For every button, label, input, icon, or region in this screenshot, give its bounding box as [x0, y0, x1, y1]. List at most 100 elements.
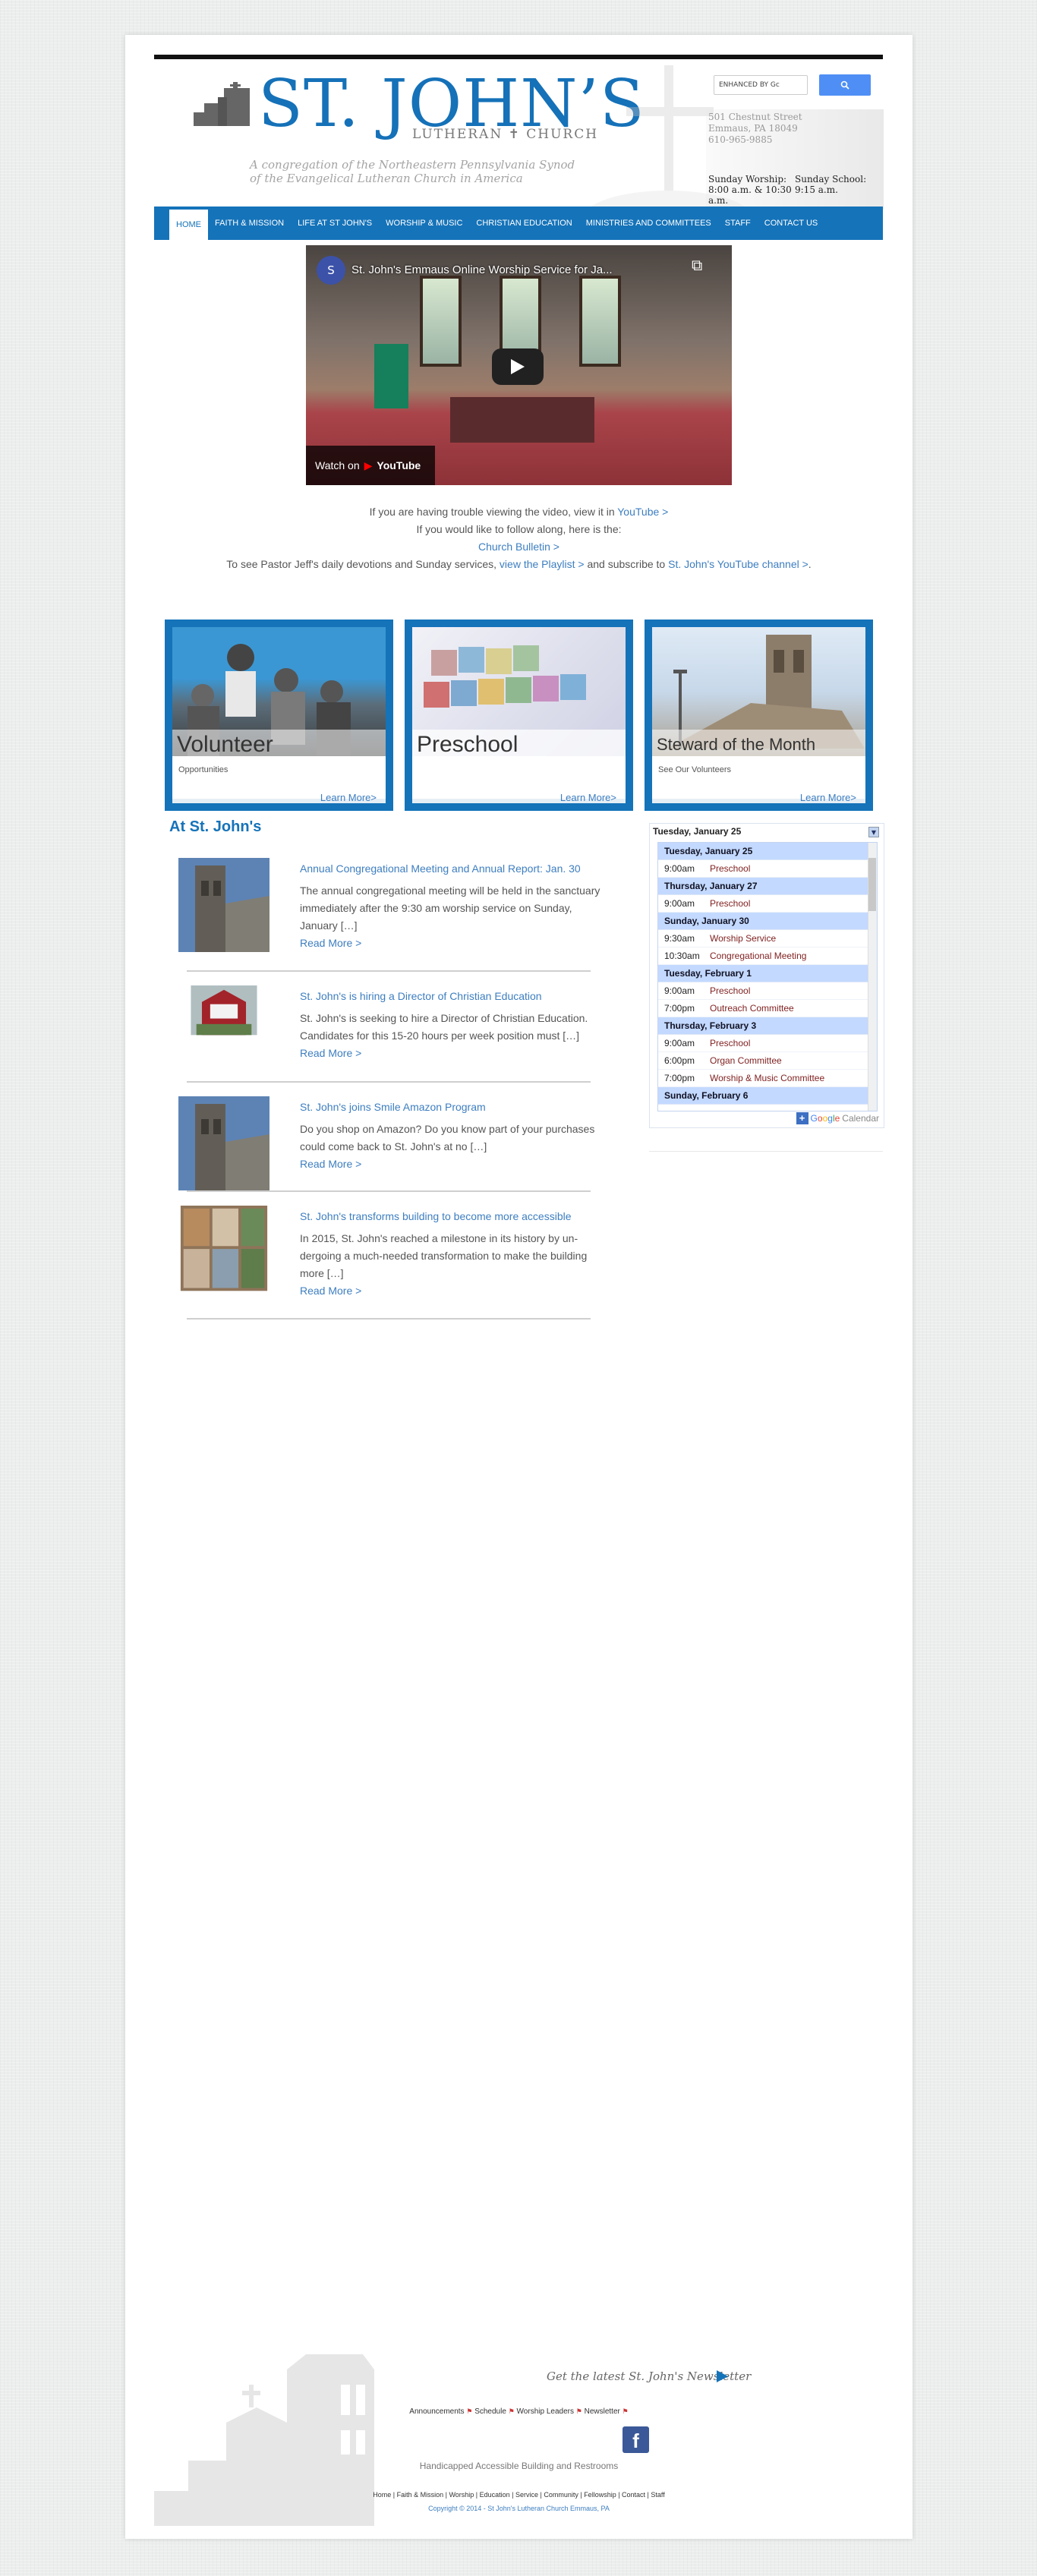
news-thumbnail[interactable] [178, 1096, 269, 1190]
news-excerpt-text: The annual congregational meeting will b… [300, 884, 600, 932]
address-street: 501 Chestnut Street [708, 112, 802, 122]
playlist-link[interactable]: view the Playlist > [500, 558, 585, 570]
calendar-date-row: Thursday, February 3 [658, 1017, 877, 1035]
news-excerpt-text: Do you shop on Amazon? Do you know part … [300, 1123, 595, 1152]
church-bulletin-link[interactable]: Church Bulletin > [478, 541, 559, 553]
channel-avatar[interactable]: S [317, 256, 345, 285]
worship-time: 8:00 a.m. & 10:30 [708, 184, 792, 195]
read-more-link[interactable]: Read More > [300, 1158, 361, 1170]
learn-more-link[interactable]: Learn More> [800, 792, 856, 803]
news-title-link[interactable]: St. John's transforms building to become… [300, 1210, 572, 1222]
altar [450, 397, 594, 443]
devotions-mid: and subscribe to [584, 558, 669, 570]
nav-life-at-st-johns[interactable]: LIFE AT ST JOHN'S [291, 207, 379, 240]
news-excerpt: Do you shop on Amazon? Do you know part … [300, 1121, 611, 1173]
news-thumbnail[interactable] [178, 858, 269, 952]
nav-worship-music[interactable]: WORSHIP & MUSIC [379, 207, 469, 240]
scrollbar-thumb[interactable] [868, 858, 876, 911]
calendar-date-row: Tuesday, February 1 [658, 965, 877, 982]
google-calendar[interactable]: Tuesday, January 25 ▼ Tuesday, January 2… [649, 823, 884, 1128]
news-divider [187, 1190, 591, 1192]
footer-nav[interactable]: Home | Faith & Mission | Worship | Educa… [125, 2491, 912, 2499]
address-phone: 610-965-9885 [708, 134, 773, 145]
search-button[interactable] [819, 74, 871, 96]
feature-steward[interactable]: Steward of the Month See Our Volunteers … [645, 620, 873, 811]
news-thumbnail[interactable] [178, 1206, 269, 1295]
watch-on-youtube[interactable]: Watch on ▶ YouTube [306, 446, 435, 485]
news-title-link[interactable]: Annual Congregational Meeting and Annual… [300, 862, 581, 875]
calendar-scrollbar[interactable] [868, 843, 877, 1111]
event-name: Preschool [710, 1038, 751, 1048]
nav-staff[interactable]: STAFF [718, 207, 758, 240]
nav-contact-us[interactable]: CONTACT US [758, 207, 825, 240]
add-to-calendar-icon[interactable]: + [796, 1112, 808, 1124]
event-name: Outreach Committee [710, 1003, 794, 1014]
nav-ministries-committees[interactable]: MINISTRIES AND COMMITTEES [579, 207, 718, 240]
play-button[interactable] [492, 348, 544, 385]
youtube-channel-link[interactable]: St. John's YouTube channel > [668, 558, 808, 570]
play-arrow-icon[interactable] [715, 2369, 729, 2383]
news-title-link[interactable]: St. John's joins Smile Amazon Program [300, 1101, 486, 1113]
calendar-event[interactable]: 9:00am Preschool [658, 860, 877, 878]
calendar-dropdown-icon[interactable]: ▼ [868, 827, 879, 837]
youtube-link[interactable]: YouTube > [617, 506, 668, 518]
learn-more-link[interactable]: Learn More> [320, 792, 377, 803]
page-container: ST. JOHN’S LUTHERAN ✝ CHURCH A congregat… [125, 35, 912, 2539]
nav-christian-education[interactable]: CHRISTIAN EDUCATION [469, 207, 578, 240]
event-name: Preschool [710, 863, 751, 874]
read-more-link[interactable]: Read More > [300, 1285, 361, 1297]
copy-link-icon[interactable]: ⧉ [692, 256, 714, 279]
video-title[interactable]: St. John's Emmaus Online Worship Service… [351, 263, 613, 276]
calendar-event[interactable]: 9:00am Preschool [658, 895, 877, 913]
new-badge-icon: ⚑ [575, 2407, 582, 2415]
event-name: Preschool [710, 985, 751, 996]
feature-volunteer[interactable]: Volunteer Opportunities Learn More> [165, 620, 393, 811]
read-more-link[interactable]: Read More > [300, 937, 361, 949]
worship-leaders-link[interactable]: Worship Leaders [517, 2407, 574, 2416]
search-input[interactable]: ENHANCED BY Gc [714, 75, 808, 95]
worship-time-suffix: a.m. [708, 195, 729, 206]
calendar-event[interactable]: 7:00pm Outreach Committee [658, 1000, 877, 1017]
calendar-date-row: Tuesday, January 25 [658, 843, 877, 860]
event-name: Organ Committee [710, 1055, 782, 1066]
church-logo-icon[interactable] [194, 82, 253, 126]
event-name: Worship & Music Committee [710, 1073, 825, 1083]
google-calendar-badge[interactable]: + Google Calendar [796, 1112, 879, 1124]
top-rule [154, 55, 883, 59]
calendar-agenda[interactable]: Tuesday, January 25 9:00am Preschool Thur… [657, 842, 878, 1111]
read-more-link[interactable]: Read More > [300, 1047, 361, 1059]
copyright: Copyright © 2014 - St John's Lutheran Ch… [428, 2505, 610, 2512]
learn-more-link[interactable]: Learn More> [560, 792, 616, 803]
news-excerpt: In 2015, St. John's reached a milestone … [300, 1230, 611, 1300]
stained-window [420, 276, 462, 367]
nav-faith-mission[interactable]: FAITH & MISSION [208, 207, 291, 240]
calendar-event[interactable]: 10:30am Congregational Meeting [658, 947, 877, 965]
feature-preschool[interactable]: Preschool Learn More> [405, 620, 633, 811]
video-embed[interactable]: S St. John's Emmaus Online Worship Servi… [306, 245, 732, 485]
event-time: 9:00am [664, 898, 695, 909]
calendar-event[interactable]: 9:00am Preschool [658, 1035, 877, 1052]
announcements-link[interactable]: Announcements [409, 2407, 464, 2416]
calendar-event[interactable]: 7:00pm Worship & Music Committee [658, 1070, 877, 1087]
schedule-link[interactable]: Schedule [474, 2407, 506, 2416]
news-thumbnail[interactable] [178, 985, 269, 1054]
newsletter-link[interactable]: Newsletter [585, 2407, 620, 2416]
nav-home[interactable]: HOME [169, 210, 208, 240]
school-times: Sunday School: 9:15 a.m. [795, 174, 878, 195]
calendar-event[interactable]: 6:00pm Organ Committee [658, 1052, 877, 1070]
bulletin-line: Church Bulletin > [125, 541, 912, 553]
sidebar-divider [649, 1151, 883, 1152]
feature-caption: Preschool [412, 730, 626, 760]
devotions-end: . [808, 558, 812, 570]
facebook-icon[interactable]: f [623, 2426, 649, 2453]
calendar-date-row: Thursday, January 27 [658, 878, 877, 895]
footer-quick-links: Announcements ⚑ Schedule ⚑ Worship Leade… [125, 2407, 912, 2416]
calendar-event[interactable]: 9:30am Worship Service [658, 930, 877, 947]
feature-caption: Steward of the Month [652, 730, 865, 760]
feature-subtitle: Opportunities [178, 765, 229, 774]
news-title-link[interactable]: St. John's is hiring a Director of Chris… [300, 990, 542, 1002]
news-excerpt-text: St. John's is seeking to hire a Director… [300, 1012, 588, 1042]
accessibility-note: Handicapped Accessible Building and Rest… [419, 2461, 619, 2471]
calendar-event[interactable]: 9:00am Preschool [658, 982, 877, 1000]
event-time: 6:00pm [664, 1055, 695, 1066]
